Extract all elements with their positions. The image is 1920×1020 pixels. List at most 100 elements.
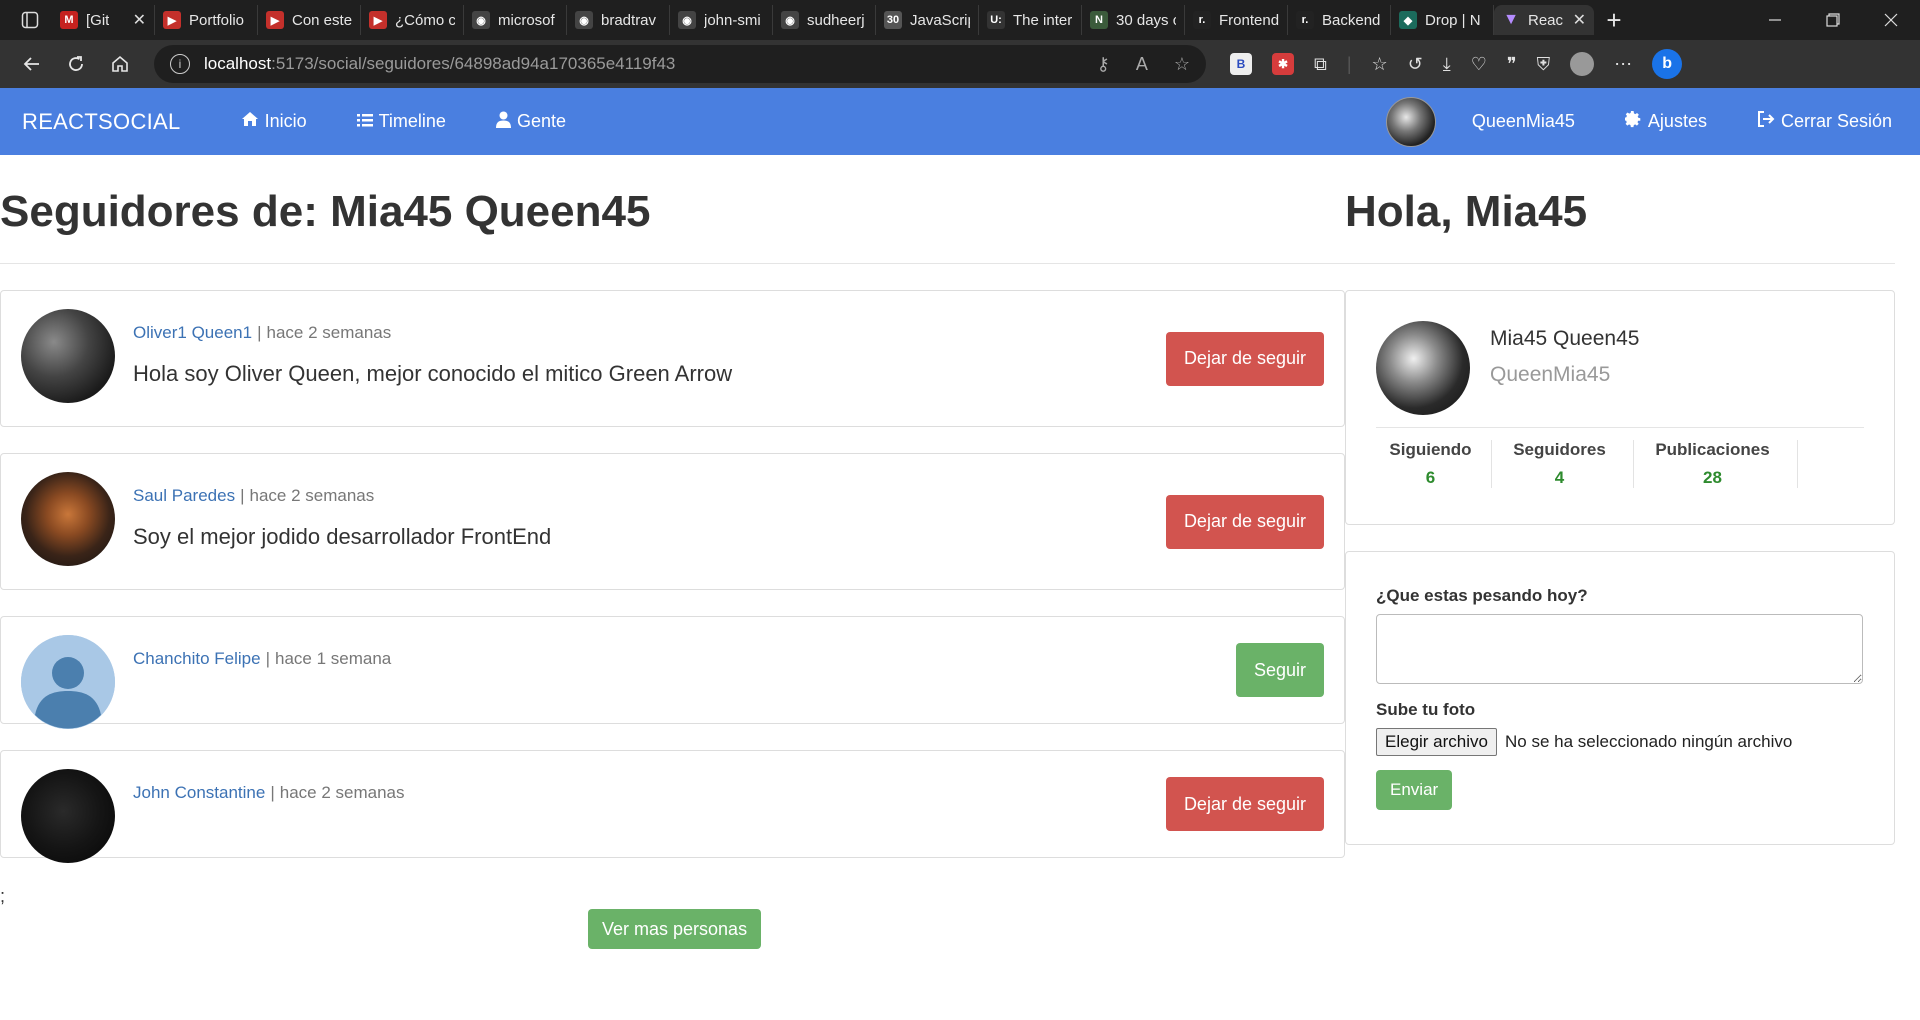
extension-b-icon[interactable]: B: [1230, 53, 1252, 75]
browser-tab-active[interactable]: ▼ Reac ✕: [1494, 5, 1594, 35]
browser-tab[interactable]: ◉ john-smi: [670, 5, 773, 35]
browser-tab[interactable]: ◆ Drop | N: [1391, 5, 1494, 35]
follower-avatar[interactable]: [21, 635, 115, 729]
tab-favicon-icon: 30: [884, 11, 902, 29]
extensions-puzzle-icon[interactable]: ⧉: [1314, 54, 1327, 75]
key-icon[interactable]: ⚷: [1097, 54, 1110, 75]
tab-title: john-smi: [704, 11, 761, 29]
navbar-username[interactable]: QueenMia45: [1472, 111, 1575, 132]
follower-card: Saul Paredes | hace 2 semanas Soy el mejor …: [0, 453, 1345, 590]
stat-siguiendo[interactable]: Siguiendo 6: [1376, 440, 1492, 488]
follower-avatar[interactable]: [21, 309, 115, 403]
tab-close-icon[interactable]: ✕: [1569, 10, 1586, 30]
browser-tab[interactable]: ◉ bradtrav: [567, 5, 670, 35]
tab-title: sudheerj: [807, 11, 865, 29]
performance-icon[interactable]: ♡: [1471, 54, 1487, 75]
stat-value: 4: [1554, 468, 1565, 487]
close-window-icon[interactable]: [1862, 0, 1920, 40]
submit-button[interactable]: Enviar: [1376, 770, 1453, 810]
navbar-avatar[interactable]: [1385, 96, 1436, 147]
follower-card: Oliver1 Queen1 | hace 2 semanas Hola soy Ol…: [0, 290, 1345, 427]
follower-name-link[interactable]: John Constantine: [133, 783, 265, 802]
tab-title: 30 days c: [1116, 11, 1176, 29]
nav-inicio[interactable]: Inicio: [241, 111, 307, 132]
brand-logo[interactable]: REACTSOCIAL: [22, 109, 181, 135]
nav-timeline-label: Timeline: [378, 111, 446, 131]
nav-ajustes-label: Ajustes: [1647, 111, 1707, 131]
browser-essentials-icon[interactable]: ⛨: [1537, 54, 1551, 75]
extension-red-icon[interactable]: ✱: [1272, 53, 1294, 75]
bing-copilot-icon[interactable]: b: [1652, 49, 1683, 79]
vite-logo-icon: ▼: [1503, 11, 1519, 28]
favorite-star-icon[interactable]: ☆: [1174, 54, 1190, 75]
profile-avatar[interactable]: [1376, 321, 1470, 415]
browser-tab[interactable]: N 30 days c: [1082, 5, 1185, 35]
browser-tab[interactable]: M [Git ✕: [52, 5, 155, 35]
unfollow-button[interactable]: Dejar de seguir: [1165, 331, 1324, 386]
follower-meta: Chanchito Felipe | hace 1 semana: [133, 649, 391, 669]
browser-tab[interactable]: 30 JavaScrip: [876, 5, 979, 35]
nav-gente[interactable]: Gente: [495, 111, 566, 133]
history-icon[interactable]: ↺: [1408, 54, 1423, 75]
minimize-icon[interactable]: [1746, 0, 1804, 40]
stat-seguidores[interactable]: Seguidores 4: [1492, 440, 1634, 488]
post-textarea[interactable]: [1376, 614, 1863, 684]
extension-toolbar: B ✱ ⧉ | ☆ ↺ ⤓ ♡ ❞ ⛨ ⋯ b: [1230, 49, 1683, 79]
browser-tab[interactable]: ▶ Portfolio: [155, 5, 258, 35]
profile-avatar-icon[interactable]: [1570, 52, 1595, 76]
back-arrow-icon[interactable]: [10, 44, 54, 84]
nav-timeline[interactable]: Timeline: [356, 111, 446, 132]
new-tab-button[interactable]: +: [1594, 5, 1634, 36]
tab-title: Frontend: [1219, 11, 1279, 29]
tab-title: microsof: [498, 11, 555, 29]
follower-time: hace 2 semanas: [266, 323, 392, 342]
main-content: Seguidores de: Mia45 Queen45 Oliver1 Que…: [0, 155, 1920, 949]
app-navbar: REACTSOCIAL Inicio Timeline Gente QueenM…: [0, 88, 1920, 155]
tab-title: Con este: [292, 11, 352, 29]
browser-address-bar: i localhost:5173/social/seguidores/64898…: [0, 40, 1920, 88]
file-status: No se ha seleccionado ningún archivo: [1505, 732, 1793, 751]
unfollow-button[interactable]: Dejar de seguir: [1165, 777, 1324, 831]
tab-favicon-icon: ◉: [575, 11, 593, 29]
stat-publicaciones[interactable]: Publicaciones 28: [1634, 440, 1798, 488]
gear-icon: [1624, 110, 1642, 133]
greeting-divider: [1345, 263, 1895, 264]
nav-cerrar-sesion[interactable]: Cerrar Sesión: [1757, 111, 1892, 132]
browser-tab[interactable]: ▶ Con este: [258, 5, 361, 35]
follower-avatar[interactable]: [21, 472, 115, 566]
follower-name-link[interactable]: Saul Paredes: [133, 486, 235, 505]
browser-tab[interactable]: ◉ microsof: [464, 5, 567, 35]
browser-tab[interactable]: ◉ sudheerj: [773, 5, 876, 35]
home-icon: [241, 111, 259, 132]
quote-icon[interactable]: ❞: [1507, 54, 1517, 75]
restore-icon[interactable]: [1804, 0, 1862, 40]
browser-tab[interactable]: r. Frontend: [1185, 5, 1288, 35]
stat-label: Seguidores: [1513, 440, 1606, 459]
profile-nick: QueenMia45: [1490, 363, 1611, 386]
reload-icon[interactable]: [54, 44, 98, 84]
choose-file-button[interactable]: Elegir archivo: [1376, 728, 1497, 756]
tab-close-icon[interactable]: ✕: [129, 10, 146, 30]
user-icon: [495, 111, 511, 133]
follower-meta: Saul Paredes | hace 2 semanas: [133, 486, 551, 506]
follower-name-link[interactable]: Chanchito Felipe: [133, 649, 261, 668]
site-info-icon[interactable]: i: [170, 54, 190, 74]
browser-tab[interactable]: r. Backend: [1288, 5, 1391, 35]
follower-bio: Hola soy Oliver Queen, mejor conocido el…: [133, 361, 733, 386]
follower-avatar[interactable]: [21, 769, 115, 863]
more-options-icon[interactable]: ⋯: [1614, 54, 1632, 75]
favorites-icon[interactable]: ☆: [1372, 54, 1388, 75]
nav-ajustes[interactable]: Ajustes: [1624, 110, 1707, 133]
url-bar[interactable]: i localhost:5173/social/seguidores/64898…: [154, 45, 1206, 83]
unfollow-button[interactable]: Dejar de seguir: [1165, 494, 1324, 549]
tab-actions-icon[interactable]: [8, 0, 52, 40]
follower-name-link[interactable]: Oliver1 Queen1: [133, 323, 252, 342]
home-icon[interactable]: [98, 44, 142, 84]
downloads-icon[interactable]: ⤓: [1443, 54, 1451, 75]
read-aloud-icon[interactable]: A: [1136, 54, 1148, 75]
ver-mas-button[interactable]: Ver mas personas: [588, 909, 762, 949]
browser-tab[interactable]: U: The inter: [979, 5, 1082, 35]
browser-tab[interactable]: ▶ ¿Cómo c: [361, 5, 464, 35]
follower-card: Chanchito Felipe | hace 1 semana Seguir: [0, 616, 1345, 729]
follow-button[interactable]: Seguir: [1235, 643, 1324, 697]
